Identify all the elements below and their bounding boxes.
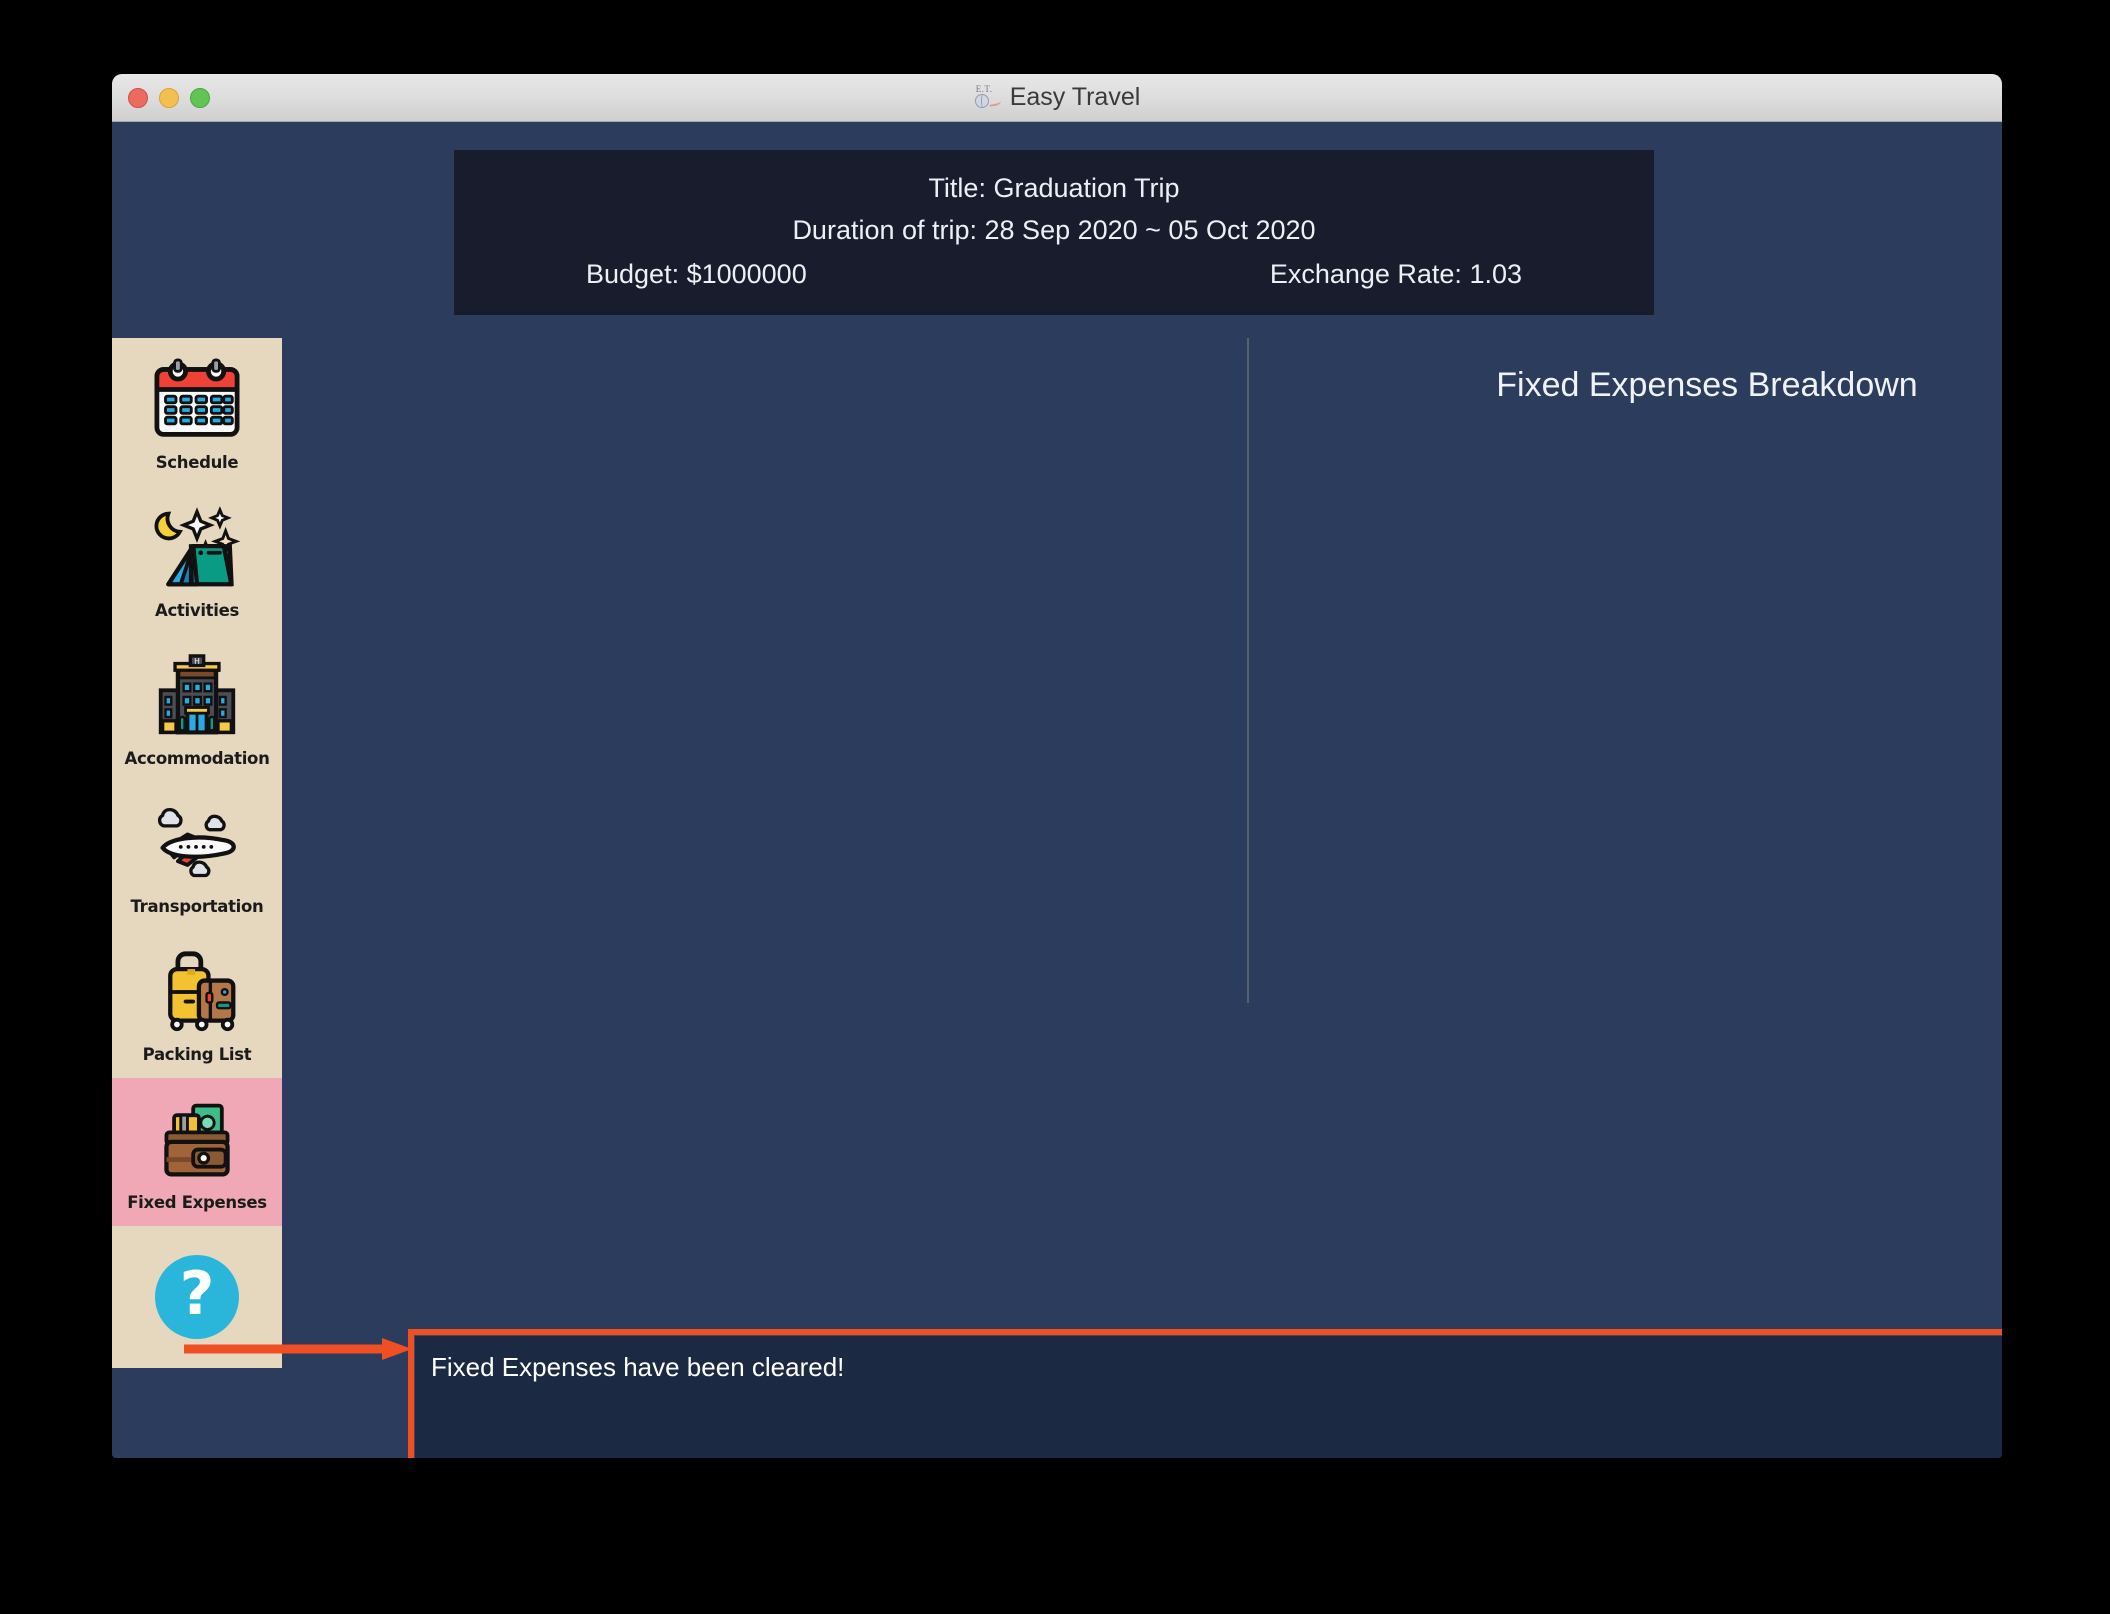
calendar-icon [141, 348, 253, 452]
sidebar-item-label: Packing List [142, 1045, 252, 1064]
sidebar-item-transportation[interactable]: Transportation [112, 782, 282, 930]
easy-travel-globe-icon: E.T. [974, 84, 1002, 111]
tent-night-icon [141, 496, 253, 600]
sidebar-item-label: Activities [154, 601, 240, 620]
luggage-icon [141, 940, 253, 1044]
annotation-arrow [184, 1338, 412, 1360]
svg-text:H: H [194, 657, 200, 666]
trip-duration-label: Duration of trip: 28 Sep 2020 ~ 05 Oct 2… [792, 215, 1316, 245]
window-controls [128, 74, 210, 122]
trip-info-panel: Title: Graduation Trip Duration of trip:… [454, 150, 1654, 315]
main-content-area: Fixed Expenses Breakdown [282, 338, 2002, 1028]
sidebar-navigation: Schedule Activities H Accommodation Tran… [112, 338, 282, 1368]
message-log-panel[interactable]: Fixed Expenses have been cleared! [414, 1335, 2002, 1458]
application-window: E.T. Easy Travel Title: Graduation Trip … [112, 74, 2002, 1458]
trip-exchange-rate-label: Exchange Rate: 1.03 [1269, 259, 1522, 289]
sidebar-item-activities[interactable]: Activities [112, 486, 282, 634]
sidebar-item-label: Accommodation [124, 749, 270, 768]
minimize-window-button[interactable] [159, 88, 179, 108]
airplane-icon [141, 792, 253, 896]
window-title-label: Easy Travel [1009, 83, 1141, 111]
fixed-expenses-list-panel [282, 338, 1247, 1003]
trip-budget-row: Budget: $1000000 Exchange Rate: 1.03 [454, 253, 1654, 295]
sidebar-item-label: Schedule [155, 453, 239, 472]
fixed-expenses-chart-panel [1249, 338, 2002, 1003]
sidebar-item-label: Transportation [130, 897, 264, 916]
window-title-group: E.T. Easy Travel [974, 83, 1141, 112]
sidebar-item-label: Fixed Expenses [127, 1193, 267, 1212]
close-window-button[interactable] [128, 88, 148, 108]
sidebar-item-packing-list[interactable]: Packing List [112, 930, 282, 1078]
trip-title-label: Title: Graduation Trip [928, 173, 1180, 203]
sidebar-item-schedule[interactable]: Schedule [112, 338, 282, 486]
sidebar-item-accommodation[interactable]: H Accommodation [112, 634, 282, 782]
hotel-icon: H [141, 644, 253, 748]
help-button[interactable]: ? [155, 1255, 239, 1339]
message-log-text: Fixed Expenses have been cleared! [431, 1352, 845, 1382]
maximize-window-button[interactable] [190, 88, 210, 108]
window-title-bar: E.T. Easy Travel [112, 74, 2002, 122]
wallet-money-icon [141, 1088, 253, 1192]
question-mark-icon: ? [179, 1259, 215, 1329]
window-body: Title: Graduation Trip Duration of trip:… [112, 122, 2002, 1458]
sidebar-item-fixed-expenses[interactable]: Fixed Expenses [112, 1078, 282, 1226]
trip-budget-label: Budget: $1000000 [586, 259, 807, 289]
